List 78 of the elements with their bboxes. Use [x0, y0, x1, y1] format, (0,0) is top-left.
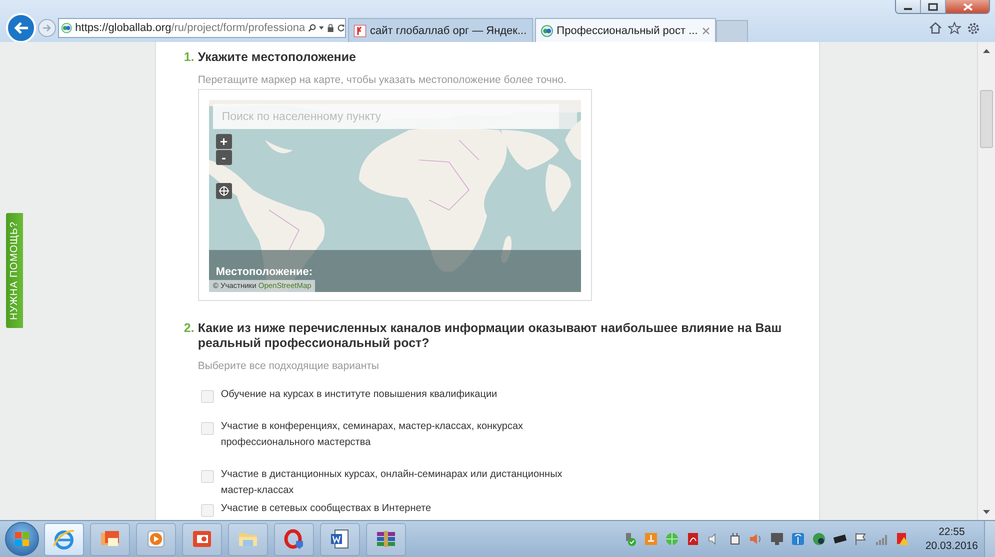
home-icon[interactable] — [929, 22, 942, 34]
warning-icon[interactable] — [896, 532, 910, 546]
zoom-out-button[interactable]: - — [216, 150, 232, 165]
plug-check-icon[interactable] — [623, 532, 638, 546]
browser-e-icon — [53, 528, 75, 550]
pdf-document-icon[interactable] — [686, 532, 700, 546]
presentation-icon — [191, 528, 213, 550]
search-icon — [308, 23, 316, 33]
forward-arrow-icon — [42, 23, 52, 33]
address-bar[interactable]: https://globallab.org/ru/project/form/professiona — [58, 18, 346, 38]
question-hint: Перетащите маркер на карте, чтобы указать местоположение более точно. — [198, 74, 568, 86]
lock-icon — [326, 23, 334, 33]
close-button[interactable] — [946, 0, 989, 13]
four-pane-flag-icon — [14, 531, 30, 547]
play-button-icon — [145, 528, 167, 550]
question-title: Какие из ниже перечисленных каналов информации оказывают наибольшее влияние на Ваш реальный профессиональный рост? — [198, 321, 783, 351]
power-plug-icon[interactable] — [728, 532, 742, 546]
back-button[interactable] — [6, 13, 36, 43]
taskbar-button[interactable] — [274, 522, 314, 556]
checkbox[interactable] — [200, 504, 214, 517]
question-number: 1. — [184, 50, 193, 66]
star-icon[interactable] — [948, 22, 961, 34]
url-text: https://globallab.org/ru/project/form/professiona — [75, 22, 306, 34]
checkbox[interactable] — [200, 470, 214, 483]
browser-tab[interactable]: сайт глобаллаб орг — Яндек... — [348, 18, 533, 42]
option-label: Обучение на курсах в институте повышения квалификации — [220, 388, 498, 402]
taskbar-button[interactable] — [44, 522, 84, 556]
taskbar-button[interactable] — [320, 522, 360, 556]
settings-icon[interactable] — [967, 22, 980, 34]
checkbox[interactable] — [200, 422, 214, 435]
o-logo-shield-icon — [283, 528, 305, 550]
forward-button[interactable] — [38, 19, 56, 37]
minimize-button[interactable] — [896, 0, 921, 13]
tab-title: сайт глобаллаб орг — Яндек... — [370, 24, 527, 36]
document-w-icon — [329, 528, 351, 550]
scroll-up-arrow-icon[interactable] — [982, 48, 990, 52]
crosshair-icon — [218, 186, 229, 196]
tab-title: Профессиональный рост ... — [556, 24, 698, 36]
taskbar-button[interactable] — [90, 522, 130, 556]
site-logo-icon — [540, 24, 553, 36]
option-label: Участие в сетевых сообществах в Интернете — [220, 502, 432, 516]
question-title: Укажите местоположение — [198, 50, 357, 65]
maximize-button[interactable] — [921, 0, 946, 13]
locate-button[interactable] — [216, 183, 232, 199]
scroll-down-arrow-icon[interactable] — [982, 510, 990, 514]
option-label: Участие в дистанционных курсах, онлайн-семинарах или дистанционных мастер-классах — [220, 468, 564, 498]
card-icon[interactable] — [833, 532, 848, 546]
close-icon — [962, 3, 972, 11]
dropdown-caret-icon — [319, 26, 324, 30]
checkbox[interactable] — [200, 390, 214, 403]
back-arrow-icon — [13, 21, 29, 35]
book-stack-icon — [375, 528, 397, 550]
letter-logo-icon — [354, 24, 366, 36]
flag-icon[interactable] — [854, 532, 868, 546]
new-tab-button[interactable] — [716, 20, 748, 42]
taskbar-button[interactable] — [136, 522, 176, 556]
signal-bars-icon[interactable] — [875, 532, 890, 546]
scrollbar-thumb[interactable] — [980, 90, 993, 148]
speaker-wave-icon[interactable] — [749, 532, 764, 546]
location-label: Местоположение: — [216, 266, 313, 278]
option-label: Участие в конференциях, семинарах, мастер-классах, конкурсах профессионального мастерства — [220, 420, 524, 450]
close-icon — [702, 26, 710, 34]
taskbar-button[interactable] — [182, 522, 222, 556]
question-number: 2. — [184, 321, 193, 337]
antenna-icon[interactable] — [791, 532, 806, 546]
monitor-icon[interactable] — [770, 532, 784, 546]
site-logo-icon — [61, 21, 72, 35]
search-field-end — [558, 104, 577, 129]
clock-date: 20.03.2016 — [925, 539, 978, 553]
question-hint: Выберите все подходящие варианты — [198, 360, 380, 372]
maximize-icon — [928, 3, 938, 11]
start-button[interactable] — [5, 522, 39, 556]
refresh-icon — [337, 23, 346, 33]
zoom-in-button[interactable]: + — [216, 134, 232, 149]
search-field[interactable]: Поиск по населенному пункту — [212, 104, 559, 129]
browser-tab[interactable]: Профессиональный рост ... — [534, 18, 716, 42]
taskbar-button[interactable] — [366, 522, 406, 556]
clock-time: 22:55 — [938, 525, 965, 539]
